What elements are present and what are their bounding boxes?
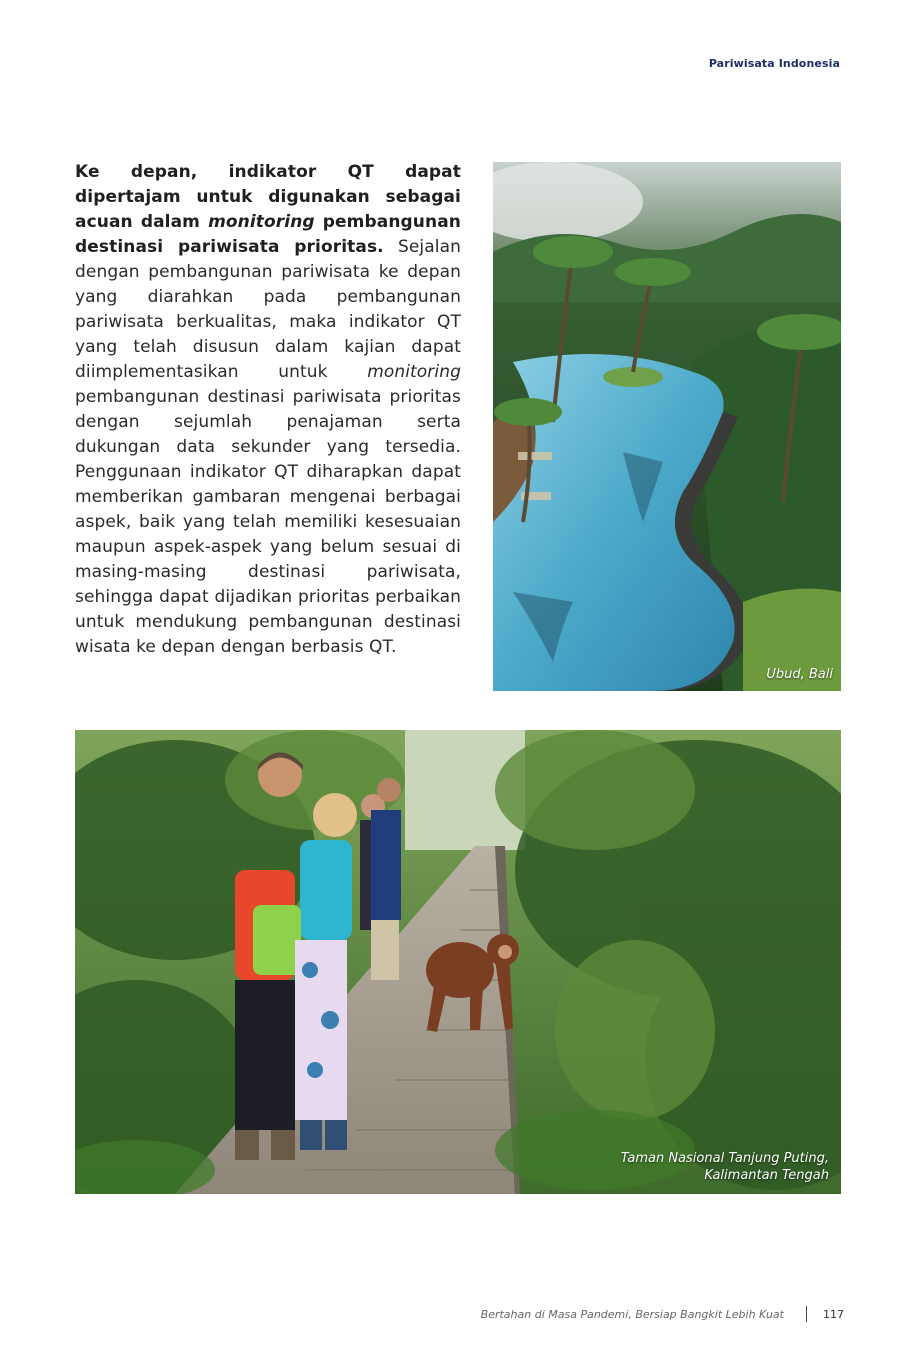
article-paragraph: Ke depan, indikator QT dapat dipertajam … <box>75 160 461 660</box>
page-footer: Bertahan di Masa Pandemi, Bersiap Bangki… <box>481 1306 844 1322</box>
tanjung-caption-line1: Taman Nasional Tanjung Puting, <box>620 1151 829 1166</box>
footer-book-title: Bertahan di Masa Pandemi, Bersiap Bangki… <box>480 1307 784 1321</box>
lead-italic-term: monitoring <box>208 212 315 232</box>
tanjung-caption: Taman Nasional Tanjung Puting, Kalimanta… <box>621 1150 829 1184</box>
ubud-caption: Ubud, Bali <box>766 667 833 682</box>
tanjung-photo-illustration <box>75 730 841 1194</box>
tanjung-caption-line2: Kalimantan Tengah <box>704 1168 829 1183</box>
body-text-2: pembangunan destinasi pariwisata priorit… <box>75 387 461 657</box>
photo-tanjung-puting-orangutan: Taman Nasional Tanjung Puting, Kalimanta… <box>75 730 841 1194</box>
running-head: Pariwisata Indonesia <box>708 57 840 70</box>
body-text-1: Sejalan dengan pembangunan pariwisata ke… <box>75 237 461 382</box>
body-italic-term: monitoring <box>367 362 461 382</box>
footer-divider <box>806 1306 807 1322</box>
page-number: 117 <box>823 1307 844 1321</box>
photo-ubud-infinity-pool: Ubud, Bali <box>493 162 841 691</box>
ubud-photo-illustration <box>493 162 841 691</box>
